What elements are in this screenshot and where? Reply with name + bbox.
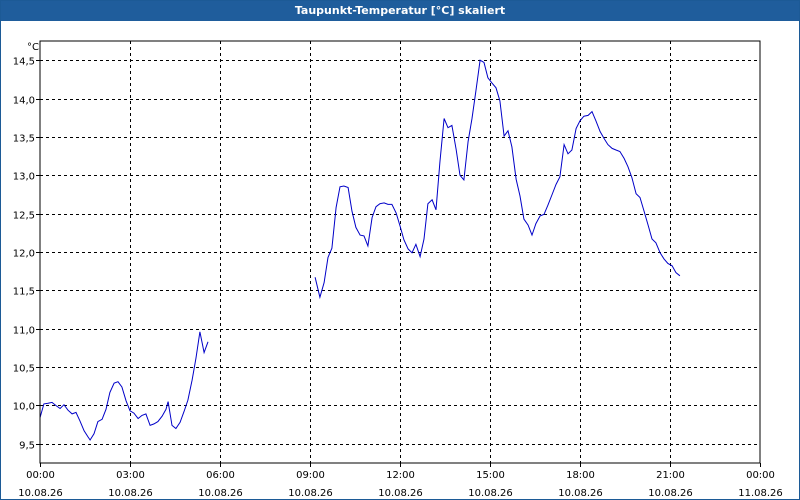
- x-tick-time-label: 03:00: [116, 470, 145, 481]
- x-tick-date-label: 11.08.26: [738, 488, 783, 499]
- x-tick-date-label: 10.08.26: [288, 488, 333, 499]
- chart-window: Taupunkt-Temperatur [°C] skaliert °C 14,…: [0, 0, 800, 500]
- y-tick-label: 9,5: [19, 441, 35, 452]
- y-tick-label: 14,5: [13, 57, 35, 68]
- y-tick-label: 13,5: [13, 134, 35, 145]
- y-tick-label: 10,5: [13, 364, 35, 375]
- x-tick-date-label: 10.08.26: [108, 488, 153, 499]
- x-axis-ticks: 00:00 10.08.26 03:00 10.08.26 06:00 10.08.26 0…: [18, 463, 783, 499]
- y-tick-label: 12,0: [13, 249, 35, 260]
- x-tick-time-label: 09:00: [296, 470, 325, 481]
- x-tick-time-label: 18:00: [566, 470, 595, 481]
- grid-lines: [40, 41, 760, 463]
- x-tick-date-label: 10.08.26: [198, 488, 243, 499]
- x-tick-time-label: 00:00: [26, 470, 55, 481]
- y-tick-label: 13,0: [13, 172, 35, 183]
- x-tick-date-label: 10.08.26: [18, 488, 63, 499]
- x-tick-date-label: 10.08.26: [648, 488, 693, 499]
- dewpoint-chart: °C 14,514,013,513,012,512,011,511,010,51…: [13, 40, 783, 499]
- y-axis-ticks: 14,5 14,0 13,5 13,0 12,5 12,0 11,5 11,0 10,5 10,0…: [13, 57, 40, 452]
- x-tick-time-label: 00:00: [746, 470, 775, 481]
- x-tick-time-label: 12:00: [386, 470, 415, 481]
- data-series: [39, 59, 681, 441]
- y-axis-unit-label: °C: [27, 42, 39, 53]
- y-tick-label: 11,0: [13, 326, 35, 337]
- x-tick-time-label: 06:00: [206, 470, 235, 481]
- y-tick-label: 11,5: [13, 287, 35, 298]
- y-tick-label: 14,0: [13, 96, 35, 107]
- x-tick-time-label: 15:00: [476, 470, 505, 481]
- x-tick-date-label: 10.08.26: [468, 488, 513, 499]
- series-line-segment: [39, 331, 209, 441]
- x-tick-date-label: 10.08.26: [378, 488, 423, 499]
- x-tick-time-label: 21:00: [656, 470, 685, 481]
- x-tick-date-label: 10.08.26: [558, 488, 603, 499]
- series-line-segment: [314, 59, 681, 300]
- y-tick-label: 10,0: [13, 402, 35, 413]
- y-tick-label: 12,5: [13, 211, 35, 222]
- window-title: Taupunkt-Temperatur [°C] skaliert: [1, 1, 799, 21]
